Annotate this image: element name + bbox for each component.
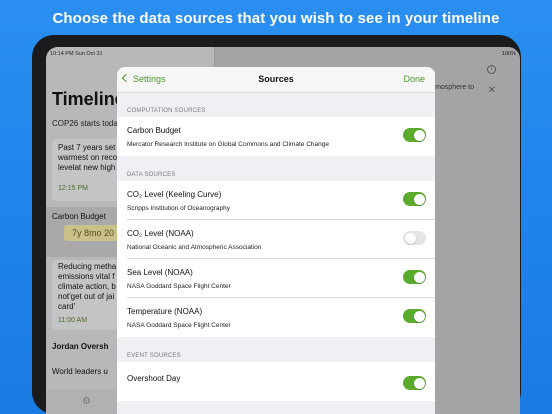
band-label: Carbon Budget [52,212,106,221]
source-row-temperature[interactable]: Temperature (NOAA) NASA Goddard Space Fl… [117,298,435,337]
close-icon[interactable]: ✕ [488,85,496,96]
source-toggle[interactable] [403,376,426,390]
gear-icon[interactable]: ⚙ [82,396,91,407]
source-title: Sea Level (NOAA) [127,268,193,277]
source-provider: NASA Goddard Space Flight Center [127,322,231,329]
source-toggle[interactable] [403,231,426,245]
source-row-carbon-budget[interactable]: Carbon Budget Mercator Research Institut… [117,117,435,156]
toggle-knob [413,310,425,322]
timeline-title: Timeline [52,89,125,109]
sheet-nav-bar: Settings Sources Done [117,67,435,93]
timeline-subtitle: COP26 starts today [52,119,122,128]
source-title: Carbon Budget [127,126,181,135]
source-toggle[interactable] [403,309,426,323]
battery-level: 100% [501,51,516,57]
toggle-knob [413,129,425,141]
toggle-knob [413,377,425,389]
status-time: 10:14 PM Sun Oct 31 [50,51,103,57]
toggle-knob [413,271,425,283]
card-time: 12:15 PM [58,185,88,192]
source-provider: NASA Goddard Space Flight Center [127,283,231,290]
source-title: CO₂ Level (NOAA) [127,229,194,238]
sheet-title: Sources [258,74,294,84]
source-row-co2-noaa[interactable]: CO₂ Level (NOAA) National Oceanic and At… [117,220,435,259]
detail-snippet: atmosphere to [429,84,474,91]
toggle-knob [404,232,416,244]
source-title: Overshoot Day [127,374,181,383]
timeline-event[interactable]: World leaders u [52,367,108,376]
promo-headline: Choose the data sources that you wish to… [52,10,500,27]
source-row-overshoot-day[interactable]: Overshoot Day [117,362,435,401]
timeline-event[interactable]: Jordan Oversh [52,342,108,351]
toggle-knob [413,193,425,205]
source-toggle[interactable] [403,192,426,206]
source-provider: Mercator Research Institute on Global Co… [127,141,329,148]
sources-sheet: Settings Sources Done COMPUTATION SOURCE… [117,67,435,414]
source-title: Temperature (NOAA) [127,307,203,316]
source-row-co2-keeling[interactable]: CO₂ Level (Keeling Curve) Scripps Instit… [117,181,435,220]
source-toggle[interactable] [403,128,426,142]
done-button[interactable]: Done [403,74,425,84]
source-title: CO₂ Level (Keeling Curve) [127,190,222,199]
status-bar: 10:14 PM Sun Oct 31 100% [46,47,520,61]
card-time: 11:00 AM [58,317,88,324]
source-provider: National Oceanic and Atmospheric Associa… [127,244,262,251]
section-header: EVENT SOURCES [127,353,181,359]
section-header: DATA SOURCES [127,172,176,178]
source-row-sea-level[interactable]: Sea Level (NOAA) NASA Goddard Space Flig… [117,259,435,298]
info-icon[interactable]: i [487,65,496,74]
source-toggle[interactable] [403,270,426,284]
section-header: COMPUTATION SOURCES [127,108,206,114]
source-provider: Scripps Institution of Oceanography [127,205,230,212]
